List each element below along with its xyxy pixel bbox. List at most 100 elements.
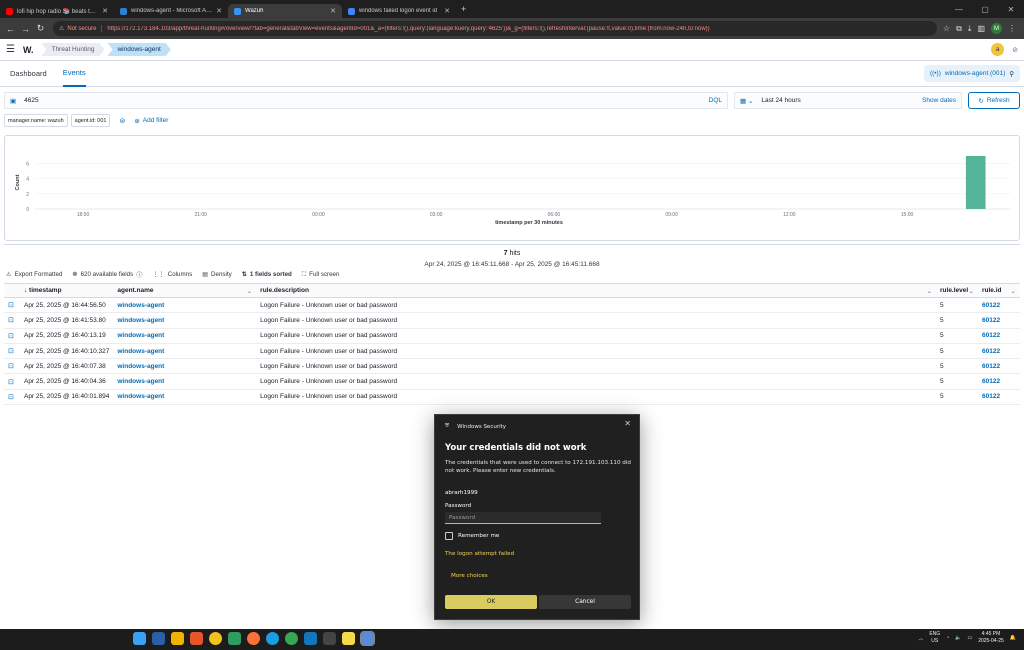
export-button[interactable]: ⚠ Export Formatted	[6, 271, 62, 278]
minimize-icon[interactable]: —	[946, 5, 972, 14]
back-icon[interactable]: ←	[4, 24, 17, 34]
browser-tab[interactable]: lofi hip hop radio 📚 beats to relax/stud…	[0, 4, 114, 18]
add-filter-button[interactable]: ⊕ Add filter	[134, 117, 168, 125]
fullscreen-button[interactable]: ⛶ Full screen	[302, 271, 340, 279]
checkbox-icon[interactable]	[445, 532, 453, 540]
edge-icon[interactable]	[266, 632, 279, 645]
expand-row-icon[interactable]: ⊡	[4, 389, 20, 406]
browser-tab[interactable]: windows failed logon event id ✕	[342, 4, 456, 18]
calendar-icon[interactable]: ▦ ⌄	[740, 97, 753, 105]
clock[interactable]: 4:45 PM 2025-04-25	[978, 631, 1004, 645]
notification-icon[interactable]: 🔔	[1010, 635, 1016, 641]
column-header-rule-description[interactable]: rule.description ⌄	[256, 283, 937, 298]
filter-options-icon[interactable]: ⊜	[119, 117, 125, 125]
reload-icon[interactable]: ↻	[34, 23, 47, 34]
brave-icon[interactable]	[190, 632, 203, 645]
remember-me-checkbox[interactable]: Remember me	[445, 532, 499, 540]
close-tab-icon[interactable]: ✕	[102, 7, 108, 15]
expand-row-icon[interactable]: ⊡	[4, 373, 20, 390]
density-button[interactable]: ▤ Density	[202, 271, 232, 278]
expand-row-icon[interactable]: ⊡	[4, 343, 20, 360]
expand-row-icon[interactable]: ⊡	[4, 297, 20, 314]
language-indicator[interactable]: ENG US	[929, 631, 940, 645]
app-icon[interactable]	[228, 632, 241, 645]
show-dates-link[interactable]: Show dates	[922, 97, 956, 104]
cell-rule-id[interactable]: 60122	[978, 343, 1020, 360]
cancel-button[interactable]: Cancel	[539, 595, 631, 609]
filter-pill-manager[interactable]: manager.name: wazuh	[4, 114, 68, 127]
password-field[interactable]: Password	[445, 512, 601, 524]
cell-agent-name[interactable]: windows-agent	[113, 358, 257, 375]
new-tab-button[interactable]: +	[456, 4, 471, 14]
cell-rule-id[interactable]: 60122	[978, 373, 1020, 390]
profile-avatar[interactable]: M	[991, 23, 1002, 34]
table-row[interactable]: ⊡ Apr 25, 2025 @ 16:40:13.19 windows-agent…	[4, 328, 1020, 344]
breadcrumb-windows-agent[interactable]: windows-agent	[107, 43, 171, 56]
tab-events[interactable]: Events	[62, 61, 86, 87]
expand-row-icon[interactable]: ⊡	[4, 328, 20, 344]
table-row[interactable]: ⊡ Apr 25, 2025 @ 16:40:10.327 windows-agen…	[4, 343, 1020, 360]
cell-agent-name[interactable]: windows-agent	[113, 389, 257, 406]
cell-rule-id[interactable]: 60122	[978, 328, 1020, 344]
download-icon[interactable]: ⤓	[968, 24, 972, 34]
cell-agent-name[interactable]: windows-agent	[113, 343, 257, 360]
browser-tab[interactable]: Wazuh ✕	[228, 4, 342, 18]
table-row[interactable]: ⊡ Apr 25, 2025 @ 16:44:56.50 windows-agent…	[4, 297, 1020, 314]
maximize-icon[interactable]: ▢	[972, 5, 998, 14]
battery-icon[interactable]: ▭	[967, 635, 972, 641]
chevron-up-icon[interactable]: ︿	[918, 635, 923, 642]
extensions-icon[interactable]: ⧉	[956, 24, 962, 34]
chrome-alt-icon[interactable]	[285, 632, 298, 645]
expand-row-icon[interactable]: ⊡	[4, 312, 20, 329]
table-row[interactable]: ⊡ Apr 25, 2025 @ 16:40:07.38 windows-agent…	[4, 358, 1020, 375]
cell-agent-name[interactable]: windows-agent	[113, 373, 257, 390]
cell-agent-name[interactable]: windows-agent	[113, 297, 257, 314]
date-picker[interactable]: ▦ ⌄ Last 24 hours Show dates	[734, 92, 962, 109]
sticky-notes-icon[interactable]	[342, 632, 355, 645]
column-header-timestamp[interactable]: ↓ timestamp	[19, 283, 114, 298]
chrome-icon[interactable]	[209, 632, 222, 645]
close-tab-icon[interactable]: ✕	[216, 7, 222, 15]
wazuh-logo[interactable]: W.	[23, 45, 34, 55]
wifi-icon[interactable]: ◔	[946, 635, 949, 641]
browser-tab[interactable]: windows-agent - Microsoft Azure ✕	[114, 4, 228, 18]
terminal-icon[interactable]	[323, 632, 336, 645]
cell-rule-id[interactable]: 60122	[978, 297, 1020, 314]
remote-desktop-icon[interactable]	[360, 631, 375, 646]
not-secure-badge[interactable]: ⚠ Not secure	[59, 25, 103, 32]
address-bar[interactable]: ⚠ Not secure https://172.173.184.103/app…	[53, 21, 937, 36]
agent-selector[interactable]: ((•)) windows-agent (001) ⚲	[923, 65, 1020, 82]
start-icon[interactable]	[133, 632, 146, 645]
url-text[interactable]: https://172.173.184.103/app/threat-hunti…	[107, 26, 709, 32]
column-header-rule-id[interactable]: rule.id ⌄	[978, 283, 1020, 298]
taskview-icon[interactable]	[152, 632, 165, 645]
cell-rule-id[interactable]: 60122	[978, 312, 1020, 329]
forward-icon[interactable]: →	[19, 24, 32, 34]
ok-button[interactable]: OK	[445, 595, 537, 609]
bookmark-star-icon[interactable]: ☆	[943, 24, 950, 33]
user-avatar[interactable]: a	[991, 43, 1005, 56]
help-icon[interactable]: ⊘	[1012, 46, 1018, 54]
sort-button[interactable]: ⇅ 1 fields sorted	[242, 271, 292, 278]
column-header-agent-name[interactable]: agent.name ⌄	[113, 283, 257, 298]
vscode-icon[interactable]	[304, 632, 317, 645]
cell-agent-name[interactable]: windows-agent	[113, 328, 257, 344]
cell-rule-id[interactable]: 60122	[978, 358, 1020, 375]
breadcrumb-threat-hunting[interactable]: Threat Hunting	[41, 43, 105, 56]
tab-dashboard[interactable]: Dashboard	[10, 61, 47, 87]
firefox-icon[interactable]	[247, 632, 260, 645]
file-explorer-icon[interactable]	[171, 632, 184, 645]
refresh-button[interactable]: ↻ Refresh	[968, 92, 1020, 109]
available-fields-button[interactable]: ❁ 620 available fields ⓘ	[72, 270, 142, 279]
saved-query-icon[interactable]: ▣	[10, 97, 16, 105]
sidebar-icon[interactable]: ▥	[977, 24, 985, 33]
filter-pill-agent[interactable]: agent.id: 001	[70, 114, 111, 127]
menu-icon[interactable]: ⋮	[1008, 24, 1016, 33]
cell-agent-name[interactable]: windows-agent	[113, 312, 257, 329]
cell-rule-id[interactable]: 60122	[978, 389, 1020, 406]
table-row[interactable]: ⊡ Apr 25, 2025 @ 16:41:53.80 windows-agent…	[4, 312, 1020, 329]
dql-toggle[interactable]: DQL	[709, 97, 722, 104]
close-icon[interactable]: ✕	[624, 419, 631, 428]
more-choices-link[interactable]: More choices	[451, 573, 488, 579]
search-input[interactable]: ▣ 4625 DQL	[4, 92, 728, 109]
